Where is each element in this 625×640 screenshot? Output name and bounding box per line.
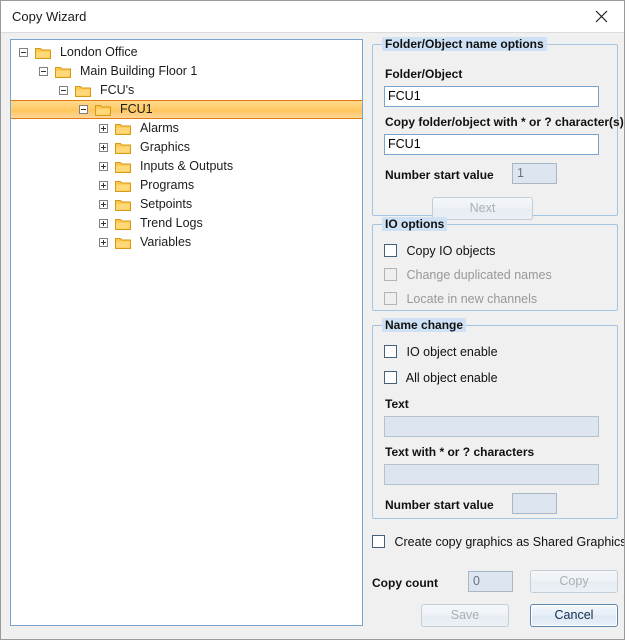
group-title-folder-object: Folder/Object name options bbox=[382, 37, 547, 51]
locate-in-new-channels-label: Locate in new channels bbox=[406, 292, 538, 306]
tree-node-inputs-outputs[interactable]: Inputs & Outputs bbox=[11, 157, 362, 176]
tree-node-label: FCU's bbox=[99, 83, 135, 98]
name-change-group: Name change IO object enable All object … bbox=[372, 318, 618, 519]
tree-node-alarms[interactable]: Alarms bbox=[11, 119, 362, 138]
change-duplicated-names-checkbox bbox=[384, 268, 397, 281]
folder-object-input[interactable]: FCU1 bbox=[384, 86, 599, 107]
expander-expand-icon[interactable] bbox=[99, 143, 108, 153]
object-tree-panel[interactable]: London Office Main Building Floor 1 FCU'… bbox=[10, 39, 363, 626]
name-change-pattern-label: Text with * or ? characters bbox=[385, 445, 535, 459]
group-title-io-options: IO options bbox=[382, 217, 448, 231]
folder-icon bbox=[75, 84, 92, 98]
folder-icon bbox=[115, 217, 132, 231]
expander-expand-icon[interactable] bbox=[99, 162, 108, 172]
folder-icon bbox=[115, 122, 132, 136]
copy-button[interactable]: Copy bbox=[530, 570, 618, 593]
locate-in-new-channels-checkbox bbox=[384, 292, 397, 305]
io-object-enable-label: IO object enable bbox=[406, 345, 498, 359]
folder-icon bbox=[35, 46, 52, 60]
tree-node-label: Inputs & Outputs bbox=[139, 159, 234, 174]
save-button[interactable]: Save bbox=[421, 604, 509, 627]
io-options-group: IO options Copy IO objects Change duplic… bbox=[372, 217, 618, 311]
name-change-text-label: Text bbox=[385, 397, 409, 411]
folder-icon bbox=[55, 65, 72, 79]
expander-expand-icon[interactable] bbox=[99, 219, 108, 229]
copy-count-input[interactable]: 0 bbox=[468, 571, 513, 592]
window-title: Copy Wizard bbox=[12, 9, 87, 24]
folder-icon bbox=[115, 179, 132, 193]
tree-node-london-office[interactable]: London Office bbox=[11, 43, 362, 62]
name-change-pattern-input[interactable] bbox=[384, 464, 599, 485]
title-bar: Copy Wizard bbox=[1, 1, 624, 33]
number-start-value-input[interactable]: 1 bbox=[512, 163, 557, 184]
tree-node-label: London Office bbox=[59, 45, 138, 60]
expander-collapse-icon[interactable] bbox=[59, 86, 68, 96]
copy-io-objects-checkbox-row[interactable]: Copy IO objects bbox=[384, 244, 495, 258]
tree-node-programs[interactable]: Programs bbox=[11, 176, 362, 195]
options-panel: Folder/Object name options Folder/Object… bbox=[368, 33, 624, 638]
tree-node-trend-logs[interactable]: Trend Logs bbox=[11, 214, 362, 233]
close-button[interactable] bbox=[579, 1, 624, 31]
folder-icon bbox=[115, 236, 132, 250]
name-change-number-start-input[interactable] bbox=[512, 493, 557, 514]
copy-pattern-label: Copy folder/object with * or ? character… bbox=[385, 115, 624, 129]
close-icon bbox=[595, 10, 608, 23]
io-object-enable-checkbox-row[interactable]: IO object enable bbox=[384, 345, 498, 359]
expander-collapse-icon[interactable] bbox=[79, 105, 88, 115]
expander-expand-icon[interactable] bbox=[99, 124, 108, 134]
create-shared-graphics-checkbox[interactable] bbox=[372, 535, 385, 548]
locate-in-new-channels-checkbox-row: Locate in new channels bbox=[384, 292, 537, 306]
expander-expand-icon[interactable] bbox=[99, 238, 108, 248]
folder-icon bbox=[115, 141, 132, 155]
name-change-number-start-label: Number start value bbox=[385, 498, 494, 512]
all-object-enable-label: All object enable bbox=[405, 371, 498, 385]
expander-collapse-icon[interactable] bbox=[39, 67, 48, 77]
io-object-enable-checkbox[interactable] bbox=[384, 345, 397, 358]
tree-node-label: Graphics bbox=[139, 140, 190, 155]
copy-pattern-input[interactable]: FCU1 bbox=[384, 134, 599, 155]
tree-node-setpoints[interactable]: Setpoints bbox=[11, 195, 362, 214]
tree-node-graphics[interactable]: Graphics bbox=[11, 138, 362, 157]
tree-node-label: Main Building Floor 1 bbox=[79, 64, 198, 79]
create-shared-graphics-label: Create copy graphics as Shared Graphics bbox=[394, 535, 625, 549]
tree-node-label: Trend Logs bbox=[139, 216, 203, 231]
expander-expand-icon[interactable] bbox=[99, 200, 108, 210]
folder-icon bbox=[115, 160, 132, 174]
number-start-value-label: Number start value bbox=[385, 168, 494, 182]
name-change-text-input[interactable] bbox=[384, 416, 599, 437]
folder-object-name-options-group: Folder/Object name options Folder/Object… bbox=[372, 37, 624, 220]
tree-node-main-building-floor-1[interactable]: Main Building Floor 1 bbox=[11, 62, 362, 81]
change-duplicated-names-checkbox-row: Change duplicated names bbox=[384, 268, 552, 282]
copy-count-label: Copy count bbox=[372, 576, 438, 590]
tree-node-label: Variables bbox=[139, 235, 192, 250]
expander-expand-icon[interactable] bbox=[99, 181, 108, 191]
copy-io-objects-checkbox[interactable] bbox=[384, 244, 397, 257]
group-title-name-change: Name change bbox=[382, 318, 467, 332]
tree-node-label: FCU1 bbox=[119, 102, 153, 117]
copy-wizard-dialog: Copy Wizard London Office Main Building … bbox=[0, 0, 625, 640]
cancel-button[interactable]: Cancel bbox=[530, 604, 618, 627]
expander-collapse-icon[interactable] bbox=[19, 48, 28, 58]
folder-icon bbox=[95, 103, 112, 117]
folder-object-label: Folder/Object bbox=[385, 67, 463, 81]
folder-icon bbox=[115, 198, 132, 212]
tree-node-variables[interactable]: Variables bbox=[11, 233, 362, 252]
tree-node-fcus[interactable]: FCU's bbox=[11, 81, 362, 100]
change-duplicated-names-label: Change duplicated names bbox=[406, 268, 552, 282]
tree-root-container: London Office Main Building Floor 1 FCU'… bbox=[11, 40, 362, 252]
tree-node-fcu1[interactable]: FCU1 bbox=[11, 100, 362, 119]
all-object-enable-checkbox-row[interactable]: All object enable bbox=[384, 371, 498, 385]
tree-node-label: Programs bbox=[139, 178, 195, 193]
create-shared-graphics-checkbox-row[interactable]: Create copy graphics as Shared Graphics bbox=[372, 535, 625, 549]
tree-node-label: Setpoints bbox=[139, 197, 193, 212]
copy-io-objects-label: Copy IO objects bbox=[406, 244, 496, 258]
all-object-enable-checkbox[interactable] bbox=[384, 371, 397, 384]
tree-node-label: Alarms bbox=[139, 121, 179, 136]
